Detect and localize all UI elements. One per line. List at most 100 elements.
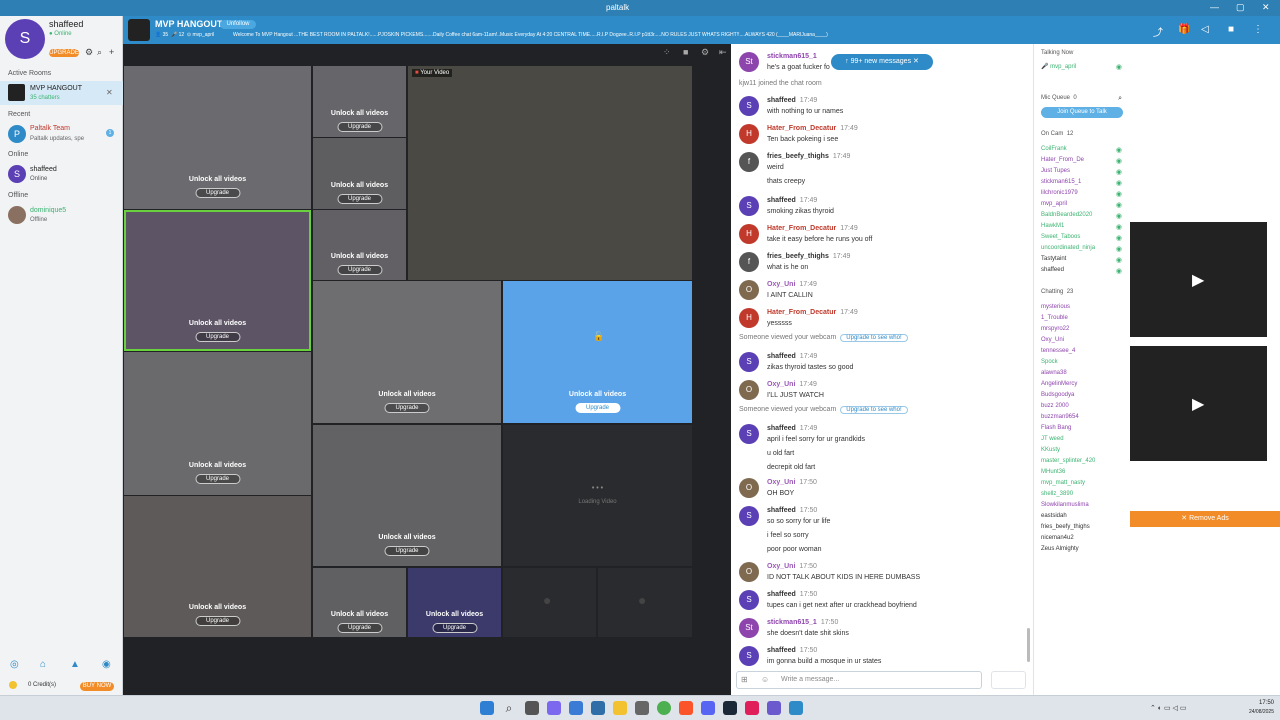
active-room-item[interactable]: MVP HANGOUT 35 chatters ✕ — [0, 81, 123, 105]
message-avatar[interactable]: S — [739, 506, 759, 526]
cam-user[interactable]: CoilFrank ◉ — [1041, 146, 1126, 154]
chat-scrollbar[interactable] — [1027, 628, 1030, 662]
upgrade-video-button[interactable]: Upgrade — [384, 546, 430, 556]
chatting-user[interactable]: KKusty — [1041, 447, 1126, 453]
message-username[interactable]: stickman615_1 — [767, 53, 817, 60]
search-taskbar-icon[interactable]: ⌕ — [502, 701, 516, 715]
cam-user[interactable]: lilchronic1979 ◉ — [1041, 190, 1126, 198]
profile-avatar[interactable]: S — [5, 19, 45, 59]
app-icon[interactable] — [547, 701, 561, 715]
app-icon[interactable] — [591, 701, 605, 715]
play-icon[interactable]: ▶ — [1192, 270, 1204, 290]
add-friend-icon[interactable]: + — [109, 47, 114, 57]
message-avatar[interactable]: S — [739, 424, 759, 444]
chatting-user[interactable]: buzz 2000 — [1041, 403, 1126, 409]
chatting-user[interactable]: buzzman9654 — [1041, 414, 1126, 420]
new-messages-button[interactable]: ↑ 99+ new messages ✕ — [831, 54, 933, 70]
emoji-icon[interactable]: ☺ — [761, 675, 769, 684]
message-avatar[interactable]: S — [739, 646, 759, 666]
message-username[interactable]: Hater_From_Decatur 17:49 — [767, 309, 858, 316]
message-username[interactable]: shaffeed 17:50 — [767, 507, 817, 514]
ad-video[interactable]: ▶ — [1130, 222, 1267, 337]
chatting-user[interactable]: Flash Bang — [1041, 425, 1126, 431]
search-icon[interactable]: ⌕ — [97, 47, 102, 58]
video-tile[interactable]: Unlock all videos Upgrade — [313, 138, 406, 209]
app-icon[interactable] — [745, 701, 759, 715]
chatting-user[interactable]: Spock — [1041, 359, 1126, 365]
message-avatar[interactable]: f — [739, 252, 759, 272]
app-icon[interactable] — [635, 701, 649, 715]
stats-icon[interactable]: ▲ — [70, 659, 80, 670]
chatting-user[interactable]: MHunt36 — [1041, 469, 1126, 475]
chatting-user[interactable]: eastsidah — [1041, 513, 1126, 519]
steam-icon[interactable] — [723, 701, 737, 715]
message-avatar[interactable]: O — [739, 280, 759, 300]
message-avatar[interactable]: St — [739, 618, 759, 638]
message-input[interactable]: Write a message... — [781, 676, 839, 683]
maximize-button[interactable]: ▢ — [1236, 2, 1245, 13]
cam-user[interactable]: Hater_From_De ◉ — [1041, 157, 1126, 165]
volume-icon[interactable]: ◁ — [1201, 24, 1209, 35]
video-tile[interactable]: Unlock all videos Upgrade — [124, 66, 311, 209]
support-icon[interactable]: ◉ — [102, 659, 111, 670]
gift-icon[interactable]: 🎁 — [1178, 24, 1190, 35]
chatting-user[interactable]: master_splinter_420 — [1041, 458, 1126, 464]
upgrade-video-button[interactable]: Upgrade — [336, 194, 383, 204]
upgrade-video-button[interactable]: Upgrade — [194, 332, 241, 342]
chatting-user[interactable]: Zeus Almighty — [1041, 546, 1126, 552]
brave-icon[interactable] — [679, 701, 693, 715]
upgrade-video-button[interactable]: Upgrade — [194, 188, 241, 198]
upgrade-video-button[interactable]: Upgrade — [384, 403, 430, 413]
chatting-user[interactable]: 1_Trouble — [1041, 315, 1126, 321]
paltalk-taskbar-icon[interactable] — [789, 701, 803, 715]
grid-view-icon[interactable]: ⁘ — [663, 47, 671, 58]
own-video-tile[interactable]: ■ Your Video — [408, 66, 692, 280]
see-who-button[interactable]: Upgrade to see who! — [840, 406, 908, 414]
video-tile[interactable]: Unlock all videos Upgrade — [124, 352, 311, 495]
video-tile[interactable]: Unlock all videos Upgrade — [313, 568, 406, 637]
upgrade-video-button[interactable]: Upgrade — [194, 616, 241, 626]
chrome-icon[interactable] — [657, 701, 671, 715]
unfollow-button[interactable]: Unfollow — [220, 20, 256, 29]
message-username[interactable]: Oxy_Uni 17:50 — [767, 563, 817, 570]
close-room-icon[interactable]: ✕ — [106, 88, 113, 97]
upgrade-video-button[interactable]: Upgrade — [336, 265, 383, 275]
file-explorer-icon[interactable] — [613, 701, 627, 715]
close-button[interactable]: ✕ — [1262, 2, 1270, 13]
search-users-icon[interactable]: ⌕ — [1118, 95, 1122, 103]
cam-user[interactable]: Tastytaint ◉ — [1041, 256, 1126, 264]
app-icon[interactable] — [569, 701, 583, 715]
webcam-icon[interactable]: ■ — [683, 47, 688, 57]
ad-video[interactable]: ▶ — [1130, 346, 1267, 461]
app-icon[interactable] — [767, 701, 781, 715]
message-avatar[interactable]: O — [739, 478, 759, 498]
message-avatar[interactable]: S — [739, 196, 759, 216]
attach-icon[interactable]: ⊞ — [741, 675, 748, 684]
message-username[interactable]: shaffeed 17:49 — [767, 353, 817, 360]
discord-icon[interactable] — [701, 701, 715, 715]
cam-user[interactable]: stickman615_1 ◉ — [1041, 179, 1126, 187]
more-icon[interactable]: ⋮ — [1253, 24, 1263, 35]
upgrade-video-button[interactable]: Upgrade — [194, 474, 241, 484]
upgrade-button[interactable]: UPGRADE — [49, 49, 79, 57]
message-avatar[interactable]: H — [739, 124, 759, 144]
explore-icon[interactable]: ◎ — [10, 659, 19, 670]
cam-user[interactable]: Sweet_Taboos ◉ — [1041, 234, 1126, 242]
message-username[interactable]: Hater_From_Decatur 17:49 — [767, 225, 858, 232]
chatting-user[interactable]: Budsgoodya — [1041, 392, 1126, 398]
home-icon[interactable]: ⌂ — [40, 659, 46, 670]
cam-user[interactable]: shaffeed ◉ — [1041, 267, 1126, 275]
message-input-box[interactable]: ⊞ ☺ Write a message... — [736, 671, 982, 689]
chatting-user[interactable]: niceman4u2 — [1041, 535, 1126, 541]
cam-user[interactable]: Just Tupes ◉ — [1041, 168, 1126, 176]
message-avatar[interactable]: f — [739, 152, 759, 172]
task-view-icon[interactable] — [525, 701, 539, 715]
message-username[interactable]: Oxy_Uni 17:50 — [767, 479, 817, 486]
see-who-button[interactable]: Upgrade to see who! — [840, 334, 908, 342]
online-user-item[interactable]: S shaffeed Online — [0, 163, 123, 185]
message-username[interactable]: Hater_From_Decatur 17:49 — [767, 125, 858, 132]
video-tile[interactable]: Unlock all videos Upgrade — [408, 568, 501, 637]
video-tile[interactable]: Unlock all videos Upgrade — [313, 281, 501, 423]
chatting-user[interactable]: shellz_3890 — [1041, 491, 1126, 497]
upgrade-video-button[interactable]: Upgrade — [336, 623, 383, 633]
